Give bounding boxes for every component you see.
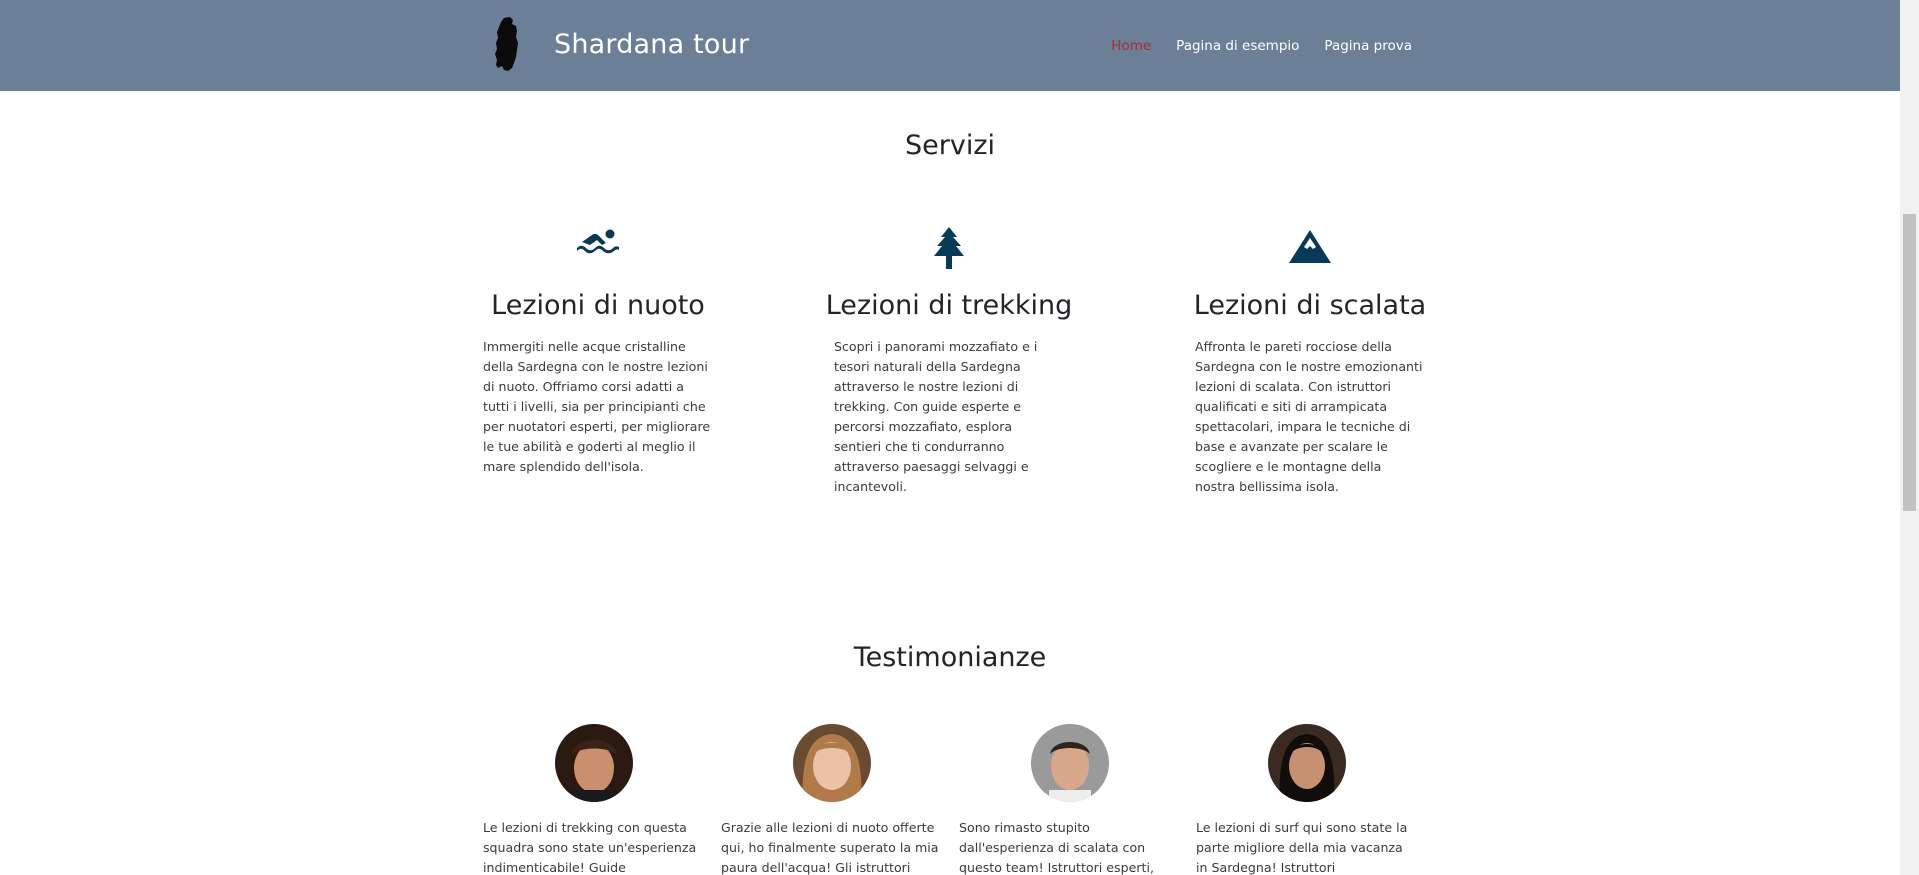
service-card-trekking: Lezioni di trekking Scopri i panorami mo…	[826, 226, 1072, 494]
testimonial-text: Le lezioni di surf qui sono state la par…	[1196, 820, 1408, 875]
brand-name[interactable]: Shardana tour	[554, 29, 749, 60]
service-card-climbing: Lezioni di scalata Affronta le pareti ro…	[1194, 226, 1426, 494]
avatar	[1031, 724, 1109, 802]
service-card-swimming: Lezioni di nuoto Immergiti nelle acque c…	[483, 226, 713, 474]
scrollbar-thumb[interactable]	[1903, 214, 1916, 511]
service-text-trekking: Scopri i panorami mozzafiato e i tesori …	[834, 339, 1038, 494]
page-scrollbar[interactable]	[1900, 0, 1919, 875]
avatar	[1268, 724, 1346, 802]
navbar: Shardana tour Home Pagina di esempio Pag…	[0, 0, 1900, 91]
testimonial-text: Le lezioni di trekking con questa squadr…	[483, 820, 697, 875]
swimmer-icon	[577, 229, 619, 254]
service-text-climbing: Affronta le pareti rocciose della Sardeg…	[1195, 339, 1423, 494]
service-title-climbing: Lezioni di scalata	[1193, 290, 1427, 321]
nav-link-pagina-prova[interactable]: Pagina prova	[1324, 38, 1412, 54]
service-text-swimming: Immergiti nelle acque cristalline della …	[483, 339, 711, 474]
testimonial-text: Grazie alle lezioni di nuoto offerte qui…	[721, 820, 939, 875]
testimonials-title: Testimonianze	[853, 642, 1047, 673]
service-title-swimming: Lezioni di nuoto	[491, 290, 705, 321]
sardinia-logo-icon[interactable]	[490, 16, 526, 72]
testimonial-text: Sono rimasto stupito dall'esperienza di …	[959, 820, 1154, 875]
tree-icon	[934, 227, 964, 269]
service-title-trekking: Lezioni di trekking	[825, 290, 1073, 321]
nav-link-home[interactable]: Home	[1111, 38, 1151, 54]
avatar	[793, 724, 871, 802]
nav-link-pagina-di-esempio[interactable]: Pagina di esempio	[1176, 38, 1299, 54]
services-title: Servizi	[904, 130, 995, 161]
avatar	[555, 724, 633, 802]
main-nav: Home Pagina di esempio Pagina prova	[1111, 38, 1412, 54]
mountain-icon	[1289, 230, 1331, 263]
